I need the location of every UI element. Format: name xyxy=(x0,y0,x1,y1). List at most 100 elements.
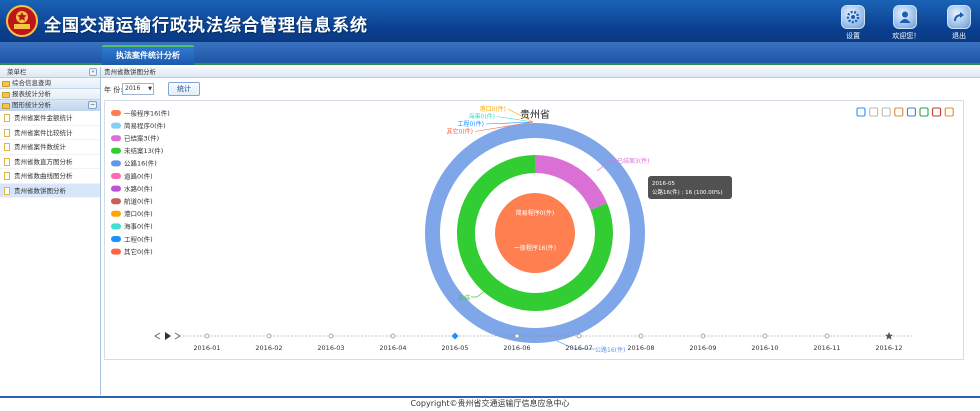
sidebar-header: 菜单栏 « xyxy=(0,67,100,78)
legend-item-label[interactable]: 工程0(件) xyxy=(124,234,153,243)
sidebar-group-label: 图形统计分析 xyxy=(12,101,51,109)
legend-swatch[interactable] xyxy=(111,147,121,154)
legend-item-label[interactable]: 港口0(件) xyxy=(124,209,153,218)
collapse-sidebar-button[interactable]: « xyxy=(89,68,97,76)
sidebar-item-amount[interactable]: 贵州省案件金额统计 xyxy=(0,111,100,126)
data-view-icon[interactable] xyxy=(894,107,904,117)
sidebar-item-count[interactable]: 贵州省案件数统计 xyxy=(0,140,100,155)
year-label: 年 份: xyxy=(104,86,123,94)
inner-ring-slice[interactable] xyxy=(494,193,575,273)
breadcrumb: 贵州省数饼图分析 xyxy=(101,67,980,78)
welcome-label: 欢迎您！ xyxy=(890,32,921,40)
legend-swatch[interactable] xyxy=(111,248,121,255)
sidebar-item-histogram[interactable]: 贵州省数直方图分析 xyxy=(0,155,100,169)
sidebar-item-label: 贵州省案件数统计 xyxy=(14,143,66,151)
legend-swatch[interactable] xyxy=(111,110,121,116)
timeline-point[interactable] xyxy=(514,333,520,339)
mark-icon[interactable] xyxy=(856,107,866,117)
timeline-label[interactable]: 2016-05 xyxy=(441,344,468,352)
timeline-point[interactable] xyxy=(824,333,830,339)
timeline-label[interactable]: 2016-10 xyxy=(751,344,778,352)
timeline-label[interactable]: 2016-07 xyxy=(565,344,592,352)
mark-clear-icon[interactable] xyxy=(881,107,891,117)
group-toggle-button[interactable]: − xyxy=(88,101,97,109)
sidebar: 菜单栏 « 综合信息查询 报表统计分析 图形统计分析 − 贵州省案件金额统计 贵… xyxy=(0,67,101,395)
timeline-point[interactable] xyxy=(638,333,644,339)
sidebar-group-graph[interactable]: 图形统计分析 − xyxy=(0,100,100,111)
timeline-label[interactable]: 2016-04 xyxy=(379,344,406,352)
sidebar-item-curve[interactable]: 贵州省数曲线图分析 xyxy=(0,169,100,184)
gear-icon xyxy=(846,10,860,24)
footer-copyright: Copyright©贵州省交通运输厅信息应急中心 xyxy=(0,396,980,411)
mark-undo-icon[interactable] xyxy=(869,107,879,117)
document-icon xyxy=(4,128,10,137)
legend-item-label[interactable]: 简易程序0(件) xyxy=(124,121,166,130)
year-select[interactable]: 2016 ▼ xyxy=(122,83,154,95)
legend-item-label[interactable]: 海事0(件) xyxy=(124,222,153,231)
legend-item-label[interactable]: 一般程序16(件) xyxy=(124,108,170,117)
timeline-next-icon[interactable] xyxy=(174,332,181,340)
timeline-point[interactable] xyxy=(204,333,210,339)
folder-open-icon xyxy=(2,103,10,109)
timeline-point[interactable] xyxy=(266,333,272,339)
legend-item-label[interactable]: 未结案13(件) xyxy=(124,146,163,155)
legend-swatch[interactable] xyxy=(111,173,121,179)
timeline-point[interactable] xyxy=(328,333,334,339)
legend-swatch[interactable] xyxy=(111,135,121,142)
sidebar-item-label: 贵州省数饼图分析 xyxy=(14,186,66,195)
legend-swatch[interactable] xyxy=(111,223,121,230)
restore-icon[interactable] xyxy=(932,107,942,117)
legend-item-label[interactable]: 其它0(件) xyxy=(124,247,153,256)
tab-case-statistics[interactable]: 执法案件统计分析 xyxy=(102,45,194,65)
timeline-point[interactable] xyxy=(700,333,706,339)
timeline-point[interactable] xyxy=(390,333,396,339)
folder-icon xyxy=(2,92,10,98)
legend-swatch[interactable] xyxy=(111,122,121,129)
timeline-label[interactable]: 2016-12 xyxy=(875,344,902,352)
sidebar-item-label: 贵州省数直方图分析 xyxy=(14,157,73,166)
timeline-point[interactable] xyxy=(762,333,768,339)
timeline-label[interactable]: 2016-06 xyxy=(503,344,530,352)
timeline-play-icon[interactable] xyxy=(165,332,171,340)
timeline-label[interactable]: 2016-02 xyxy=(255,344,282,352)
timeline-label[interactable]: 2016-11 xyxy=(813,344,840,352)
legend-item-label[interactable]: 水路0(件) xyxy=(124,184,153,193)
timeline-label[interactable]: 2016-01 xyxy=(193,344,220,352)
legend-swatch[interactable] xyxy=(111,185,121,192)
outer-slice-label: 海事0(件) xyxy=(469,113,496,121)
legend-swatch[interactable] xyxy=(111,198,121,205)
logout-button[interactable]: 退出 xyxy=(944,5,974,41)
legend-item-label[interactable]: 道路0(件) xyxy=(124,171,153,180)
sidebar-group-report[interactable]: 报表统计分析 xyxy=(0,89,100,100)
legend-item-label[interactable]: 已结案3(件) xyxy=(124,134,159,143)
user-icon xyxy=(899,11,911,23)
app-title: 全国交通运输行政执法综合管理信息系统 xyxy=(44,16,368,36)
legend-item-label[interactable]: 公路16(件) xyxy=(124,159,157,168)
legend-swatch[interactable] xyxy=(111,210,121,217)
national-emblem-icon xyxy=(6,5,38,37)
settings-button[interactable]: 设置 xyxy=(838,5,868,41)
sidebar-item-label: 贵州省案件比较统计 xyxy=(14,128,73,137)
statistics-button[interactable]: 统计 xyxy=(168,82,200,96)
sidebar-item-compare[interactable]: 贵州省案件比较统计 xyxy=(0,126,100,140)
funnel-type-icon[interactable] xyxy=(919,107,929,117)
logout-arrow-icon xyxy=(954,12,964,22)
chart-title: 贵州省 xyxy=(520,108,550,121)
chevron-down-icon: ▼ xyxy=(148,86,152,92)
timeline-label[interactable]: 2016-08 xyxy=(627,344,654,352)
inner-slice-label: 一般程序16(件) xyxy=(514,244,556,252)
timeline-label[interactable]: 2016-09 xyxy=(689,344,716,352)
timeline-label[interactable]: 2016-03 xyxy=(317,344,344,352)
pie-type-icon[interactable] xyxy=(906,107,916,117)
legend-item-label[interactable]: 航道0(件) xyxy=(124,197,153,206)
sidebar-group-query[interactable]: 综合信息查询 xyxy=(0,78,100,89)
timeline-point[interactable] xyxy=(576,333,582,339)
sidebar-item-pie[interactable]: 贵州省数饼图分析 xyxy=(0,183,100,198)
sidebar-item-label: 贵州省数曲线图分析 xyxy=(14,172,73,180)
timeline-prev-icon[interactable] xyxy=(154,332,161,340)
user-button[interactable]: 欢迎您！ xyxy=(890,5,920,41)
save-image-icon[interactable] xyxy=(944,107,954,117)
legend-swatch[interactable] xyxy=(111,160,121,167)
legend-swatch[interactable] xyxy=(111,236,121,242)
timeline-current-marker[interactable] xyxy=(451,332,459,340)
